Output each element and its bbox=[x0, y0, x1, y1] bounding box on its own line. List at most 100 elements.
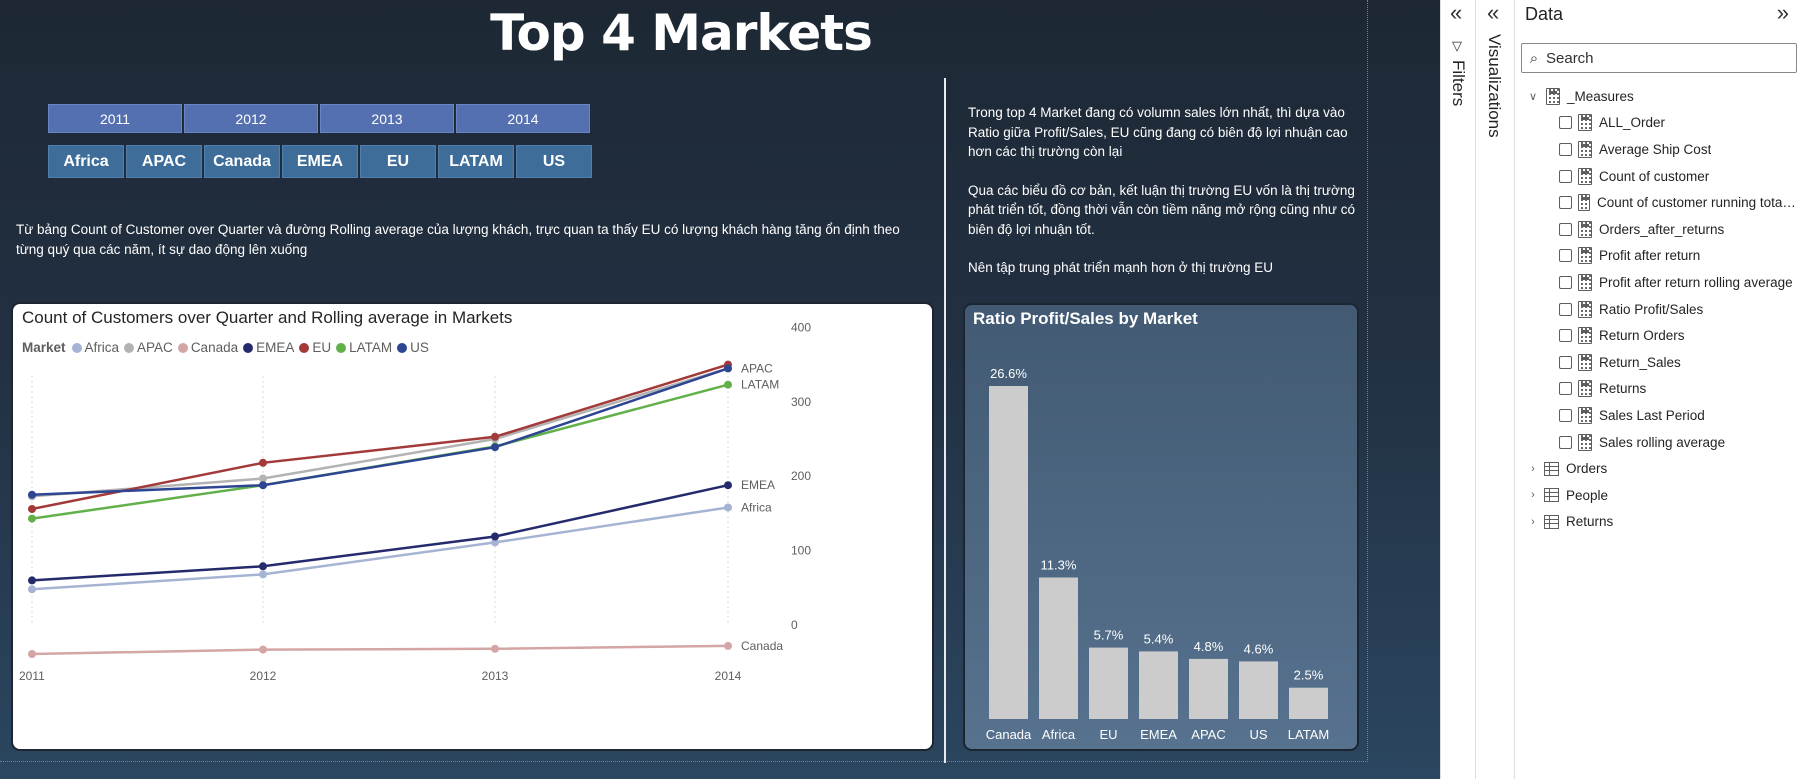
bar-data-label: 2.5% bbox=[1294, 668, 1324, 683]
narrative-paragraph: Trong top 4 Market đang có volumn sales … bbox=[968, 105, 1348, 159]
field-checkbox[interactable] bbox=[1559, 196, 1572, 210]
field-checkbox[interactable] bbox=[1559, 116, 1572, 130]
data-point[interactable] bbox=[259, 645, 267, 654]
measure-item[interactable]: Count of customer running total in Order… bbox=[1515, 189, 1797, 216]
collapse-filters-icon[interactable]: « bbox=[1450, 2, 1462, 24]
market-slicer-item[interactable]: US bbox=[516, 145, 592, 178]
data-point[interactable] bbox=[28, 585, 36, 594]
table-item[interactable]: › Orders bbox=[1515, 455, 1797, 482]
filters-pane-label[interactable]: Filters bbox=[1448, 60, 1468, 106]
field-checkbox[interactable] bbox=[1559, 222, 1572, 236]
measure-item[interactable]: Ratio Profit/Sales bbox=[1515, 296, 1797, 323]
data-point[interactable] bbox=[724, 380, 732, 389]
x-tick-label: 2013 bbox=[482, 669, 509, 683]
bar[interactable] bbox=[1089, 647, 1128, 719]
calculator-icon bbox=[1578, 167, 1592, 185]
data-point[interactable] bbox=[28, 576, 36, 585]
measure-label: ALL_Order bbox=[1599, 115, 1666, 131]
data-point[interactable] bbox=[28, 505, 36, 513]
market-slicer-item[interactable]: LATAM bbox=[438, 145, 514, 178]
measure-item[interactable]: Sales rolling average bbox=[1515, 429, 1797, 456]
calculator-icon bbox=[1578, 220, 1592, 238]
data-point[interactable] bbox=[724, 503, 732, 512]
y-tick-label: 0 bbox=[791, 618, 798, 632]
year-slicer-item[interactable]: 2011 bbox=[48, 104, 182, 133]
data-point[interactable] bbox=[724, 364, 732, 373]
y-tick-label: 300 bbox=[791, 395, 811, 409]
year-slicer-item[interactable]: 2013 bbox=[320, 104, 454, 133]
measure-label: Ratio Profit/Sales bbox=[1599, 301, 1704, 317]
collapse-visualizations-icon[interactable]: « bbox=[1487, 2, 1499, 24]
data-point[interactable] bbox=[28, 650, 36, 658]
measure-item[interactable]: Returns bbox=[1515, 376, 1797, 403]
data-point[interactable] bbox=[724, 481, 732, 490]
line-chart-card[interactable]: Count of Customers over Quarter and Roll… bbox=[11, 302, 934, 751]
measure-item[interactable]: Average Ship Cost bbox=[1515, 136, 1797, 163]
data-point[interactable] bbox=[259, 570, 267, 579]
measure-item[interactable]: Profit after return bbox=[1515, 243, 1797, 270]
bar[interactable] bbox=[1239, 661, 1278, 719]
series-line[interactable] bbox=[31, 644, 729, 656]
data-point[interactable] bbox=[724, 641, 732, 650]
bar-chart-card[interactable]: Ratio Profit/Sales by Market 26.6% Canada… bbox=[963, 303, 1359, 751]
data-point[interactable] bbox=[259, 562, 267, 571]
calculator-icon bbox=[1578, 194, 1590, 212]
table-icon bbox=[1544, 461, 1559, 476]
field-checkbox[interactable] bbox=[1559, 355, 1572, 369]
data-search-box[interactable]: ⌕ bbox=[1521, 43, 1797, 73]
field-checkbox[interactable] bbox=[1559, 249, 1572, 263]
market-slicer-item[interactable]: EMEA bbox=[282, 145, 358, 178]
field-checkbox[interactable] bbox=[1559, 142, 1572, 156]
bar[interactable] bbox=[1289, 687, 1328, 719]
series-line[interactable] bbox=[31, 506, 729, 591]
series-line[interactable] bbox=[31, 367, 729, 498]
calculator-icon bbox=[1578, 433, 1592, 451]
bar[interactable] bbox=[989, 386, 1028, 719]
measure-item[interactable]: ALL_Order bbox=[1515, 110, 1797, 137]
measure-item[interactable]: Return Orders bbox=[1515, 322, 1797, 349]
measure-item[interactable]: Orders_after_returns bbox=[1515, 216, 1797, 243]
field-checkbox[interactable] bbox=[1559, 408, 1572, 422]
data-point[interactable] bbox=[491, 644, 499, 653]
table-item[interactable]: › Returns bbox=[1515, 509, 1797, 536]
data-point[interactable] bbox=[491, 532, 499, 541]
data-point[interactable] bbox=[491, 432, 499, 441]
series-line[interactable] bbox=[31, 483, 729, 582]
field-checkbox[interactable] bbox=[1559, 169, 1572, 183]
bar-data-label: 4.6% bbox=[1244, 641, 1274, 656]
series-line[interactable] bbox=[31, 367, 729, 497]
year-slicer-item[interactable]: 2012 bbox=[184, 104, 318, 133]
bar-data-label: 11.3% bbox=[1041, 558, 1077, 573]
measure-item[interactable]: Count of customer bbox=[1515, 163, 1797, 190]
calculator-icon bbox=[1578, 140, 1592, 158]
market-slicer-item[interactable]: Canada bbox=[204, 145, 280, 178]
market-slicer-item[interactable]: Africa bbox=[48, 145, 124, 178]
field-checkbox[interactable] bbox=[1559, 275, 1572, 289]
field-checkbox[interactable] bbox=[1559, 329, 1572, 343]
field-checkbox[interactable] bbox=[1559, 302, 1572, 316]
table-item[interactable]: › People bbox=[1515, 482, 1797, 509]
bar[interactable] bbox=[1189, 658, 1228, 719]
field-checkbox[interactable] bbox=[1559, 435, 1572, 449]
year-slicer-item[interactable]: 2014 bbox=[456, 104, 590, 133]
expand-data-pane-icon[interactable]: » bbox=[1777, 2, 1789, 24]
data-point[interactable] bbox=[28, 490, 36, 499]
market-slicer-item[interactable]: APAC bbox=[126, 145, 202, 178]
series-line[interactable] bbox=[31, 363, 729, 511]
series-end-label: LATAM bbox=[741, 378, 779, 392]
data-point[interactable] bbox=[491, 443, 499, 452]
measures-group[interactable]: ∨ _Measures bbox=[1515, 83, 1797, 110]
search-input[interactable] bbox=[1546, 49, 1786, 67]
field-checkbox[interactable] bbox=[1559, 382, 1572, 396]
visualizations-pane-label[interactable]: Visualizations bbox=[1484, 34, 1504, 138]
bar[interactable] bbox=[1139, 651, 1178, 719]
measure-item[interactable]: Profit after return rolling average bbox=[1515, 269, 1797, 296]
table-icon bbox=[1544, 488, 1559, 503]
data-point[interactable] bbox=[259, 481, 267, 490]
data-point[interactable] bbox=[259, 458, 267, 467]
measure-item[interactable]: Sales Last Period bbox=[1515, 402, 1797, 429]
data-point[interactable] bbox=[28, 514, 36, 523]
market-slicer-item[interactable]: EU bbox=[360, 145, 436, 178]
bar[interactable] bbox=[1039, 577, 1078, 720]
measure-item[interactable]: Return_Sales bbox=[1515, 349, 1797, 376]
